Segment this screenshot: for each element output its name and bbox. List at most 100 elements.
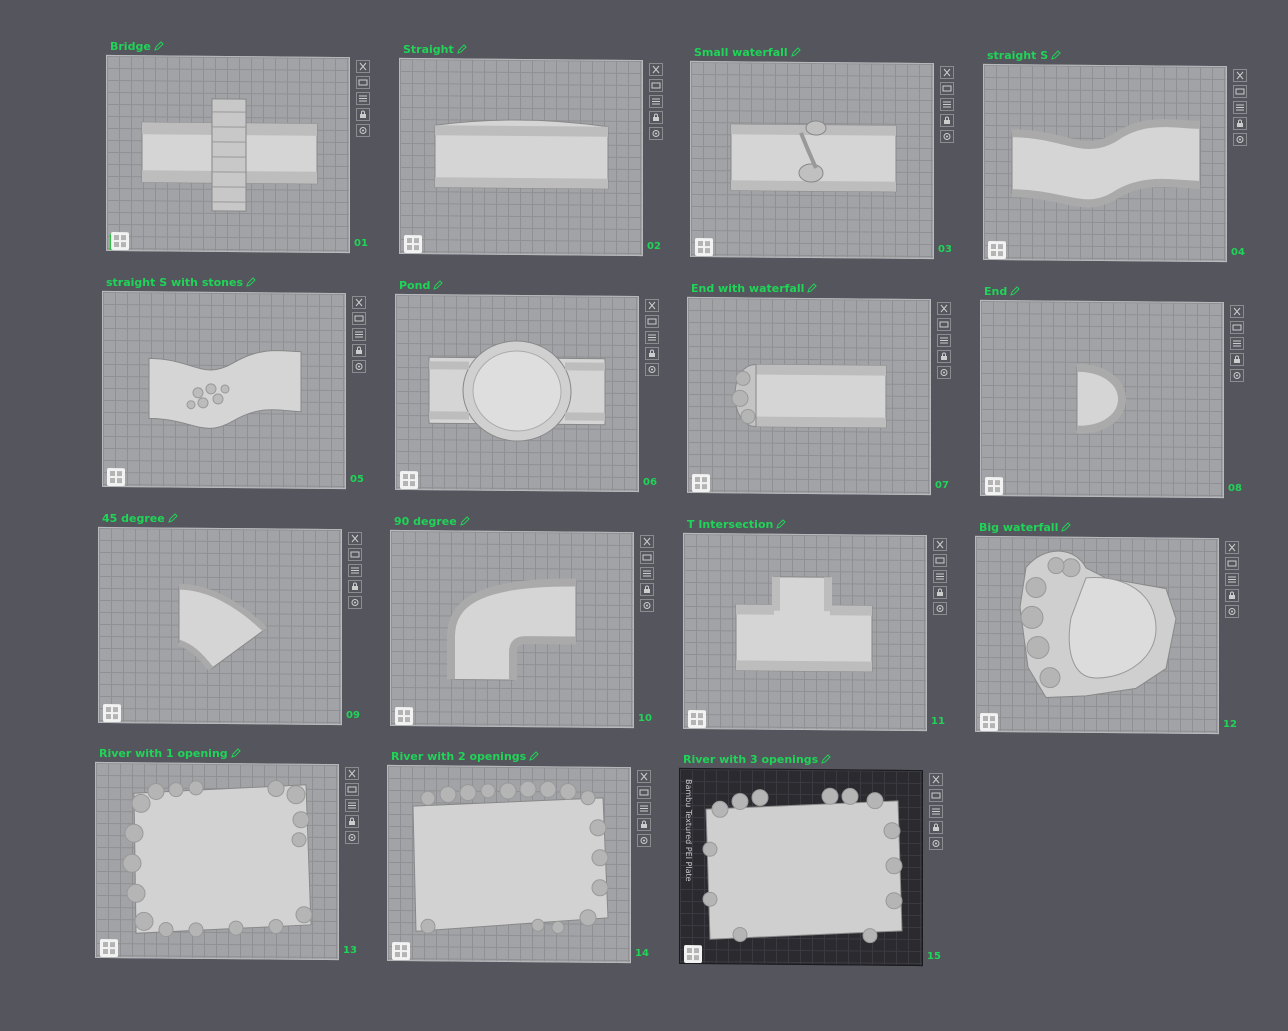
build-plate-grid[interactable]: [683, 532, 927, 732]
lock-icon[interactable]: [1225, 589, 1239, 602]
slice-icon[interactable]: [640, 567, 654, 580]
lock-icon[interactable]: [356, 108, 370, 121]
plate-title[interactable]: End: [984, 283, 1020, 299]
build-plate-grid[interactable]: [102, 290, 346, 490]
close-icon[interactable]: [649, 63, 663, 76]
arrange-icon[interactable]: [1225, 557, 1239, 570]
settings-icon[interactable]: [345, 831, 359, 844]
model-big-waterfall[interactable]: [976, 537, 1219, 734]
lock-icon[interactable]: [1233, 117, 1247, 130]
settings-icon[interactable]: [1230, 369, 1244, 382]
model-river-3[interactable]: [680, 769, 923, 966]
edit-name-icon[interactable]: [433, 280, 444, 290]
slice-icon[interactable]: [937, 334, 951, 347]
close-icon[interactable]: [929, 773, 943, 786]
plate-06[interactable]: Pond 06: [395, 277, 695, 497]
plate-01[interactable]: Bridge 01: [106, 38, 406, 258]
plate-title[interactable]: River with 1 opening: [99, 745, 241, 761]
close-icon[interactable]: [1233, 69, 1247, 82]
edit-name-icon[interactable]: [246, 277, 256, 287]
lock-icon[interactable]: [929, 821, 943, 834]
close-icon[interactable]: [1230, 305, 1244, 318]
arrange-icon[interactable]: [348, 548, 362, 561]
slice-icon[interactable]: [1230, 337, 1244, 350]
model-t-intersection[interactable]: [684, 534, 927, 731]
model-bridge[interactable]: [107, 56, 350, 253]
plate-08[interactable]: End 08: [980, 283, 1280, 503]
build-plate-grid[interactable]: [690, 60, 934, 260]
plate-02[interactable]: Straight 02: [399, 41, 699, 261]
arrange-icon[interactable]: [649, 79, 663, 92]
close-icon[interactable]: [352, 296, 366, 309]
settings-icon[interactable]: [929, 837, 943, 850]
slice-icon[interactable]: [356, 92, 370, 105]
build-plate-grid[interactable]: [975, 535, 1219, 735]
arrange-icon[interactable]: [929, 789, 943, 802]
plate-title[interactable]: 45 degree: [102, 510, 178, 526]
close-icon[interactable]: [356, 60, 370, 73]
settings-icon[interactable]: [940, 130, 954, 143]
lock-icon[interactable]: [940, 114, 954, 127]
edit-name-icon[interactable]: [790, 47, 801, 57]
close-icon[interactable]: [345, 767, 359, 780]
slice-icon[interactable]: [637, 802, 651, 815]
model-straight-s[interactable]: [984, 65, 1227, 262]
build-plate-grid[interactable]: [687, 296, 931, 496]
model-straight[interactable]: [400, 59, 643, 256]
plate-13[interactable]: River with 1 opening 13: [95, 745, 395, 965]
arrange-icon[interactable]: [356, 76, 370, 89]
edit-name-icon[interactable]: [459, 516, 470, 526]
slice-icon[interactable]: [940, 98, 954, 111]
plate-10[interactable]: 90 degree 10: [390, 513, 690, 733]
lock-icon[interactable]: [645, 347, 659, 360]
close-icon[interactable]: [940, 66, 954, 79]
close-icon[interactable]: [933, 538, 947, 551]
plate-title[interactable]: End with waterfall: [691, 280, 818, 296]
model-river-1[interactable]: [96, 763, 339, 960]
settings-icon[interactable]: [348, 596, 362, 609]
lock-icon[interactable]: [649, 111, 663, 124]
close-icon[interactable]: [637, 770, 651, 783]
build-plate-grid[interactable]: [390, 529, 634, 729]
plate-title[interactable]: Big waterfall: [979, 519, 1072, 535]
arrange-icon[interactable]: [645, 315, 659, 328]
lock-icon[interactable]: [345, 815, 359, 828]
plate-14[interactable]: River with 2 openings 14: [387, 748, 687, 968]
slice-icon[interactable]: [645, 331, 659, 344]
settings-icon[interactable]: [645, 363, 659, 376]
lock-icon[interactable]: [637, 818, 651, 831]
plate-12[interactable]: Big waterfall 12: [975, 519, 1275, 739]
close-icon[interactable]: [1225, 541, 1239, 554]
plate-07[interactable]: End with waterfall 07: [687, 280, 987, 500]
edit-name-icon[interactable]: [1010, 286, 1020, 296]
slice-icon[interactable]: [1225, 573, 1239, 586]
plate-title[interactable]: Straight: [403, 41, 467, 57]
slice-icon[interactable]: [1233, 101, 1247, 114]
plate-11[interactable]: T Intersection 11: [683, 516, 983, 736]
settings-icon[interactable]: [937, 366, 951, 379]
slice-icon[interactable]: [929, 805, 943, 818]
plate-title[interactable]: Small waterfall: [694, 44, 801, 60]
arrange-icon[interactable]: [637, 786, 651, 799]
arrange-icon[interactable]: [640, 551, 654, 564]
plate-title[interactable]: River with 3 openings: [683, 751, 831, 767]
edit-name-icon[interactable]: [807, 283, 818, 293]
lock-icon[interactable]: [933, 586, 947, 599]
plate-title[interactable]: 90 degree: [394, 513, 470, 529]
slice-icon[interactable]: [933, 570, 947, 583]
arrange-icon[interactable]: [1230, 321, 1244, 334]
settings-icon[interactable]: [649, 127, 663, 140]
plate-09[interactable]: 45 degree 09: [98, 510, 398, 730]
edit-name-icon[interactable]: [776, 519, 787, 529]
model-end[interactable]: [981, 301, 1224, 498]
plate-title[interactable]: T Intersection: [687, 516, 787, 532]
plate-title[interactable]: River with 2 openings: [391, 748, 539, 764]
edit-name-icon[interactable]: [230, 748, 241, 758]
slice-icon[interactable]: [649, 95, 663, 108]
plate-title[interactable]: straight S: [987, 47, 1061, 63]
lock-icon[interactable]: [937, 350, 951, 363]
edit-name-icon[interactable]: [1061, 522, 1072, 532]
arrange-icon[interactable]: [352, 312, 366, 325]
edit-name-icon[interactable]: [529, 751, 539, 761]
edit-name-icon[interactable]: [154, 41, 164, 51]
